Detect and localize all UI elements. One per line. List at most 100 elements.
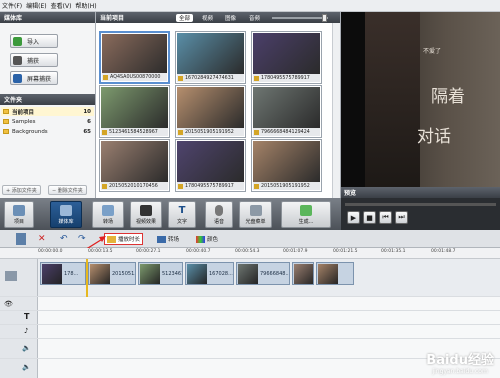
folder-backgrounds[interactable]: Backgrounds 65 <box>1 127 94 136</box>
ruler-tick: 00:01:48.7 <box>431 249 456 254</box>
timeline-tracks: 178... 2015051... 51234615... 167028... 7966… <box>0 259 500 378</box>
menu-file[interactable]: 文件(F) <box>2 1 22 10</box>
thumbnail-scrollbar[interactable] <box>332 23 340 198</box>
media-thumbnail[interactable]: 2015052010170456 <box>99 139 170 192</box>
thumbnail-filename: 1670284927474631 <box>185 75 234 81</box>
media-thumbnail[interactable]: 7966668484129424 <box>251 85 322 138</box>
menu-view[interactable]: 查看(V) <box>51 1 72 10</box>
image-track[interactable]: 👁 <box>0 297 500 311</box>
microphone-icon <box>215 205 223 216</box>
image-file-icon <box>254 129 259 135</box>
timeline-ruler[interactable]: 00:00:00.0 00:00:13.5 00:00:27.1 00:00:4… <box>0 248 500 259</box>
thumbnail-caption: 2015052010170456 <box>101 182 168 190</box>
delete-icon[interactable]: ✕ <box>38 233 46 245</box>
delete-folder-button[interactable]: − 删除文件夹 <box>48 185 87 195</box>
tab-media-library-label: 媒体库 <box>58 219 74 225</box>
media-thumbnail[interactable]: 2015051905191952 <box>251 139 322 192</box>
screen-capture-label: 屏幕捕获 <box>27 75 52 83</box>
eye-icon[interactable]: 👁 <box>4 300 13 308</box>
media-thumbnail[interactable]: 5123461584528967 <box>99 85 170 138</box>
timeline-clip[interactable]: 178... <box>40 262 86 285</box>
menu-edit[interactable]: 编辑(E) <box>26 1 46 10</box>
tab-transitions[interactable]: 转场 <box>92 201 124 228</box>
thumbnail-filename: AQ4SA0US00870000 <box>110 74 161 80</box>
audio-track-2[interactable]: 🔈 <box>0 339 500 359</box>
image-file-icon <box>102 129 107 135</box>
folder-count: 10 <box>83 108 91 115</box>
filter-all[interactable]: 全部 <box>176 14 194 22</box>
preview-caption-line2: 对话 <box>417 127 451 147</box>
tab-project[interactable]: 项目 <box>4 201 34 228</box>
disc-icon <box>249 205 262 216</box>
clip-label: 2015051... <box>112 271 135 277</box>
track-header: ♪ <box>0 325 38 338</box>
thumbnail-image <box>177 33 244 74</box>
ruler-tick: 00:00:27.1 <box>136 249 161 254</box>
tab-video-effects[interactable]: 视频效果 <box>130 201 162 228</box>
playhead[interactable] <box>86 259 88 297</box>
seek-bar[interactable] <box>345 203 496 206</box>
thumbnail-caption: 1670284927474631 <box>177 74 244 82</box>
tab-media-library[interactable]: 媒体库 <box>50 201 82 228</box>
timeline-clip[interactable]: 167028... <box>185 262 234 285</box>
folder-icon <box>3 109 9 114</box>
filter-image[interactable]: 图像 <box>222 14 239 22</box>
tab-voice[interactable]: 语音 <box>205 201 233 228</box>
media-thumbnail[interactable]: 1670284927474631 <box>175 31 246 84</box>
track-header <box>0 259 38 296</box>
tab-disc-menu[interactable]: 光盘菜单 <box>239 201 272 228</box>
preview-title: 预览 <box>341 187 500 198</box>
image-file-icon <box>103 74 108 80</box>
menu-help[interactable]: 帮助(H) <box>75 1 96 10</box>
produce-button[interactable]: 生成... <box>281 201 331 228</box>
screen-capture-button[interactable]: 屏幕捕获 <box>10 71 58 85</box>
zoom-slider-handle[interactable] <box>322 14 327 22</box>
transition-button[interactable]: 转场 <box>157 233 179 245</box>
timeline-clip[interactable] <box>292 262 314 285</box>
thumbnail-filename: 2015052010170456 <box>109 183 158 189</box>
current-project-panel: 当前项目 全部 视频 图像 音频 AQ4SA0US00870000 1670284… <box>96 12 341 198</box>
text-track[interactable]: T <box>0 311 500 325</box>
folder-label: Backgrounds <box>12 128 48 135</box>
media-thumbnail[interactable]: 2015051905191952 <box>175 85 246 138</box>
thumbnail-caption: 1780495575789917 <box>177 182 244 190</box>
media-thumbnail[interactable]: AQ4SA0US00870000 <box>99 31 170 84</box>
play-button[interactable]: ▶ <box>347 211 360 224</box>
import-button[interactable]: 导入 <box>10 34 58 48</box>
thumbnail-caption: 1780495575789917 <box>253 74 320 82</box>
folder-icon <box>3 129 9 134</box>
tab-disc-menu-label: 光盘菜单 <box>245 219 266 225</box>
audio-track-3[interactable]: 🔈 <box>0 359 500 378</box>
previous-frame-button[interactable]: ⏮ <box>379 211 392 224</box>
capture-button[interactable]: 捕获 <box>10 53 58 67</box>
thumbnail-image <box>177 141 244 182</box>
audio-track-1[interactable]: ♪ <box>0 325 500 339</box>
clip-thumbnail <box>90 264 110 284</box>
next-frame-button[interactable]: ⏭ <box>395 211 408 224</box>
media-thumbnail[interactable]: 1780495575789917 <box>251 31 322 84</box>
folder-samples[interactable]: Samples 6 <box>1 117 94 126</box>
tab-text[interactable]: T 文字 <box>168 201 196 228</box>
plus-icon <box>13 36 22 46</box>
video-track[interactable]: 178... 2015051... 51234615... 167028... 7966… <box>0 259 500 297</box>
produce-icon <box>300 205 312 216</box>
timeline-clip[interactable] <box>316 262 354 285</box>
timeline-clip[interactable]: 51234615... <box>138 262 183 285</box>
clip-label: 51234615... <box>162 271 182 277</box>
filter-audio[interactable]: 音频 <box>246 14 263 22</box>
edit-icon[interactable] <box>16 233 26 245</box>
color-button[interactable]: 颜色 <box>196 233 218 245</box>
timeline-clip[interactable]: 2015051... <box>88 262 136 285</box>
folder-current-project[interactable]: 当前项目 10 <box>1 107 94 116</box>
stop-button[interactable]: ■ <box>363 211 376 224</box>
tab-voice-label: 语音 <box>213 219 224 225</box>
timeline-clip[interactable]: 79666848... <box>236 262 290 285</box>
zoom-slider[interactable] <box>272 14 328 22</box>
media-thumbnail[interactable]: 1780495575789917 <box>175 139 246 192</box>
undo-icon[interactable]: ↶ <box>60 233 68 245</box>
project-icon <box>13 205 25 216</box>
add-folder-button[interactable]: + 添加文件夹 <box>2 185 41 195</box>
watermark-brand: Baidu经验 <box>426 353 494 368</box>
filter-video[interactable]: 视频 <box>199 14 216 22</box>
watermark: Baidu经验 jingyan.baidu.com <box>426 349 494 375</box>
